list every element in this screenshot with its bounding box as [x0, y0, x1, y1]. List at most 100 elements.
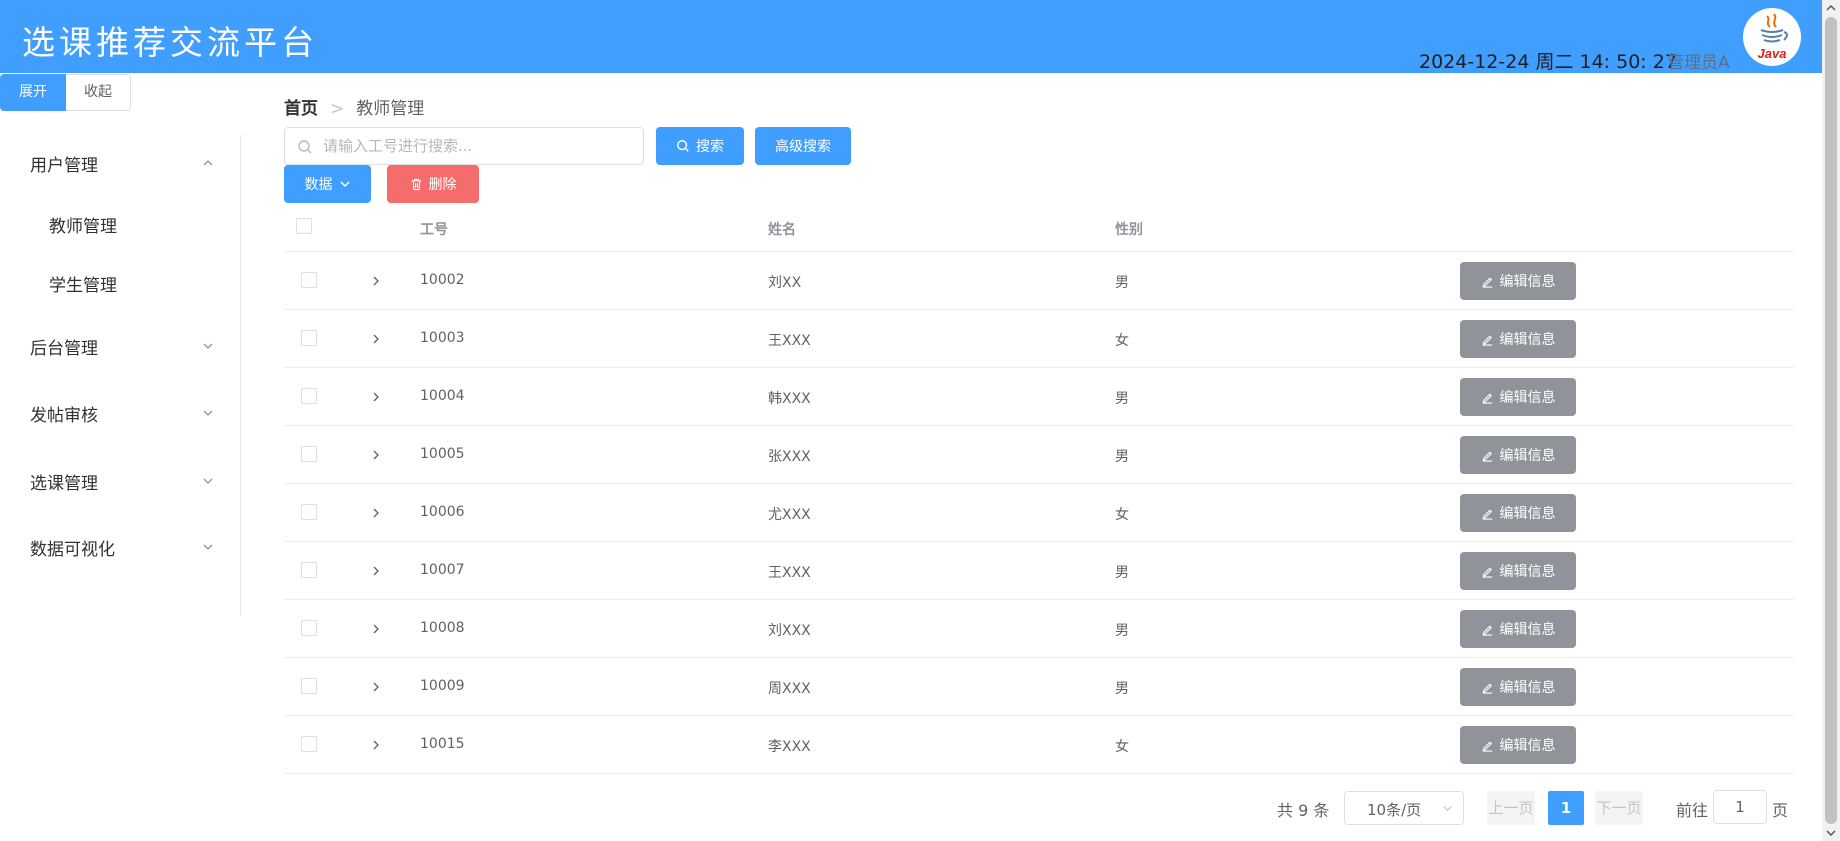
table-row: 10006 尤XXX 女 编辑信息: [284, 484, 1794, 542]
current-datetime: 2024-12-24 周二 14: 50: 27: [1419, 51, 1677, 73]
edit-info-button[interactable]: 编辑信息: [1460, 726, 1576, 764]
edit-icon: [1482, 392, 1492, 404]
sidebar-item-course-management[interactable]: 选课管理: [0, 453, 240, 509]
scrollbar-thumb[interactable]: [1825, 17, 1837, 824]
search-button[interactable]: 搜索: [656, 127, 744, 165]
page-size-select[interactable]: 10条/页: [1344, 791, 1464, 825]
cell-id: 10004: [420, 388, 465, 404]
sidebar-item-label: 数据可视化: [30, 540, 115, 560]
sidebar-item-teacher-management[interactable]: 教师管理: [0, 196, 240, 252]
edit-icon: [1482, 624, 1492, 636]
chevron-right-icon[interactable]: [370, 623, 382, 635]
chevron-right-icon[interactable]: [370, 275, 382, 287]
search-icon: [298, 140, 312, 154]
cell-id: 10009: [420, 678, 465, 694]
table-row: 10009 周XXX 男 编辑信息: [284, 658, 1794, 716]
chevron-right-icon[interactable]: [370, 449, 382, 461]
edit-icon: [1482, 566, 1492, 578]
cell-id: 10007: [420, 562, 465, 578]
edit-info-label: 编辑信息: [1499, 332, 1556, 348]
collapse-sidebar-button[interactable]: 收起: [66, 74, 131, 111]
select-all-checkbox[interactable]: [296, 218, 312, 234]
edit-info-label: 编辑信息: [1499, 738, 1556, 754]
edit-info-button[interactable]: 编辑信息: [1460, 610, 1576, 648]
chevron-right-icon[interactable]: [370, 333, 382, 345]
edit-icon: [1482, 450, 1492, 462]
chevron-down-icon: [203, 343, 213, 349]
data-dropdown-button[interactable]: 数据: [284, 165, 371, 203]
row-checkbox[interactable]: [301, 330, 317, 346]
sidebar-item-data-visualization[interactable]: 数据可视化: [0, 519, 240, 575]
search-box: [284, 127, 644, 165]
chevron-right-icon[interactable]: [370, 391, 382, 403]
row-checkbox[interactable]: [301, 678, 317, 694]
row-checkbox[interactable]: [301, 620, 317, 636]
avatar[interactable]: Java: [1743, 8, 1801, 66]
table-row: 10005 张XXX 男 编辑信息: [284, 426, 1794, 484]
prev-page-button[interactable]: 上一页: [1487, 791, 1535, 825]
trash-icon: [411, 178, 421, 190]
pagination-total: 共 9 条: [1277, 801, 1330, 820]
page-number-current[interactable]: 1: [1548, 791, 1584, 825]
chevron-right-icon[interactable]: [370, 739, 382, 751]
chevron-down-icon: [203, 544, 213, 550]
cell-id: 10006: [420, 504, 465, 520]
row-checkbox[interactable]: [301, 504, 317, 520]
page-scrollbar[interactable]: [1822, 0, 1840, 841]
table-row: 10007 王XXX 男 编辑信息: [284, 542, 1794, 600]
scroll-down-arrow-icon[interactable]: [1826, 829, 1836, 837]
edit-info-button[interactable]: 编辑信息: [1460, 262, 1576, 300]
row-checkbox[interactable]: [301, 388, 317, 404]
advanced-search-button[interactable]: 高级搜索: [755, 127, 851, 165]
sidebar-item-student-management[interactable]: 学生管理: [0, 255, 240, 311]
cell-gender: 男: [1115, 681, 1129, 697]
edit-icon: [1482, 276, 1492, 288]
chevron-down-icon: [203, 410, 213, 416]
expand-sidebar-button[interactable]: 展开: [0, 74, 66, 111]
edit-info-button[interactable]: 编辑信息: [1460, 552, 1576, 590]
sidebar-item-label: 用户管理: [30, 156, 98, 176]
search-input[interactable]: [321, 128, 631, 164]
row-checkbox[interactable]: [301, 446, 317, 462]
table-row: 10003 王XXX 女 编辑信息: [284, 310, 1794, 368]
cell-name: 张XXX: [768, 449, 811, 465]
search-button-label: 搜索: [696, 139, 724, 155]
sidebar-toggle-group: 展开 收起: [0, 74, 131, 111]
goto-page-input[interactable]: 1: [1713, 790, 1767, 824]
chevron-right-icon[interactable]: [370, 565, 382, 577]
edit-icon: [1482, 740, 1492, 752]
breadcrumb-home[interactable]: 首页: [284, 99, 318, 119]
row-checkbox[interactable]: [301, 736, 317, 752]
sidebar-item-post-review[interactable]: 发帖审核: [0, 385, 240, 441]
cell-id: 10003: [420, 330, 465, 346]
edit-info-button[interactable]: 编辑信息: [1460, 668, 1576, 706]
sidebar-item-backend-management[interactable]: 后台管理: [0, 318, 240, 374]
row-checkbox[interactable]: [301, 272, 317, 288]
goto-prefix: 前往: [1676, 801, 1709, 820]
scroll-up-arrow-icon[interactable]: [1826, 4, 1836, 12]
edit-info-button[interactable]: 编辑信息: [1460, 494, 1576, 532]
edit-info-label: 编辑信息: [1499, 274, 1556, 290]
app-header: 选课推荐交流平台 2024-12-24 周二 14: 50: 27 管理员A J…: [0, 0, 1822, 73]
chevron-right-icon[interactable]: [370, 507, 382, 519]
cell-name: 刘XX: [768, 275, 802, 291]
row-checkbox[interactable]: [301, 562, 317, 578]
cell-name: 王XXX: [768, 333, 811, 349]
cell-name: 韩XXX: [768, 391, 811, 407]
chevron-right-icon[interactable]: [370, 681, 382, 693]
java-logo-text: Java: [1758, 46, 1787, 61]
table-row: 10008 刘XXX 男 编辑信息: [284, 600, 1794, 658]
current-user-name[interactable]: 管理员A: [1667, 48, 1730, 73]
edit-info-button[interactable]: 编辑信息: [1460, 378, 1576, 416]
delete-button[interactable]: 删除: [387, 165, 479, 203]
edit-info-label: 编辑信息: [1499, 564, 1556, 580]
sidebar-item-user-management[interactable]: 用户管理: [0, 135, 240, 191]
cell-name: 刘XXX: [768, 623, 811, 639]
edit-icon: [1482, 682, 1492, 694]
edit-info-button[interactable]: 编辑信息: [1460, 436, 1576, 474]
edit-info-button[interactable]: 编辑信息: [1460, 320, 1576, 358]
goto-suffix: 页: [1772, 801, 1789, 820]
breadcrumb-current: 教师管理: [356, 99, 425, 119]
sidebar-item-label: 学生管理: [49, 276, 117, 296]
next-page-button[interactable]: 下一页: [1595, 791, 1643, 825]
